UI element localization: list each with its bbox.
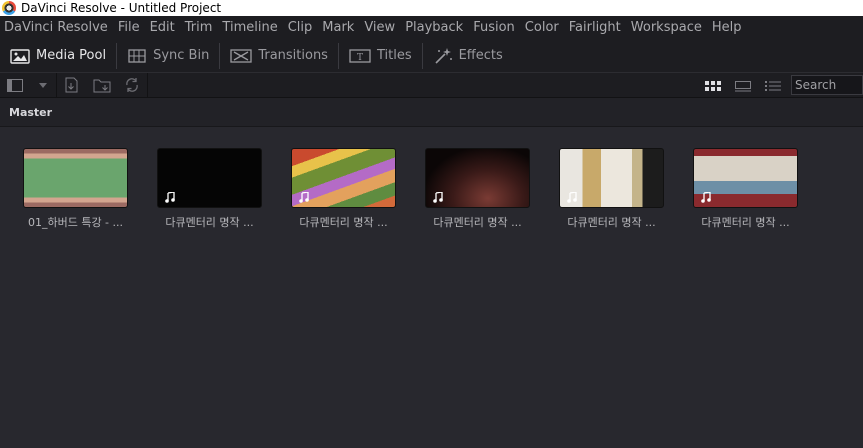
- filmstrip-view-icon[interactable]: [735, 80, 751, 92]
- clip-preview: [693, 148, 798, 208]
- sync-bin-button[interactable]: Sync Bin: [117, 39, 219, 72]
- import-media-icon: [65, 77, 78, 93]
- menu-clip[interactable]: Clip: [284, 20, 319, 35]
- sidebar-toggle-icon: [7, 78, 23, 92]
- audio-note-icon: [299, 192, 309, 203]
- menu-mark[interactable]: Mark: [318, 20, 360, 35]
- chevron-down-icon: [39, 82, 47, 88]
- sync-button[interactable]: [117, 73, 147, 98]
- clip-name: 다큐멘터리 명작 ...: [701, 216, 790, 229]
- title-bar: DaVinci Resolve - Untitled Project: [0, 0, 863, 16]
- menu-bar: DaVinci Resolve File Edit Trim Timeline …: [0, 16, 863, 39]
- thumbnail-view-icon[interactable]: [705, 80, 721, 92]
- titles-icon: T: [349, 48, 371, 63]
- search-input[interactable]: Search: [791, 75, 863, 95]
- menu-trim[interactable]: Trim: [181, 20, 219, 35]
- davinci-logo-icon: [2, 1, 16, 15]
- clip-thumbnail[interactable]: 01_하버드 특강 - ...: [23, 148, 128, 230]
- refresh-icon: [126, 78, 138, 92]
- panel-toolbar: Media Pool Sync Bin Transitions T Titles…: [0, 39, 863, 73]
- media-pool-grid: 01_하버드 특강 - ... 다큐멘터리 명작 ... 다큐멘터리 명작 ..…: [0, 127, 863, 448]
- audio-note-icon: [701, 192, 711, 203]
- sidebar-dropdown-button[interactable]: [30, 73, 56, 98]
- magic-wand-icon: [435, 47, 452, 64]
- clip-preview: [157, 148, 262, 208]
- view-mode-switcher: [705, 73, 781, 98]
- menu-fairlight[interactable]: Fairlight: [565, 20, 627, 35]
- window-title: DaVinci Resolve - Untitled Project: [21, 0, 222, 15]
- titles-button[interactable]: T Titles: [339, 39, 422, 72]
- clip-name: 다큐멘터리 명작 ...: [165, 216, 254, 229]
- media-pool-subbar: Search: [0, 72, 863, 98]
- import-media-button[interactable]: [57, 73, 87, 98]
- toggle-bin-list-button[interactable]: [0, 73, 30, 98]
- titles-label: Titles: [376, 48, 412, 63]
- menu-workspace[interactable]: Workspace: [627, 20, 708, 35]
- sync-bin-label: Sync Bin: [153, 48, 210, 63]
- clip-thumbnail[interactable]: 다큐멘터리 명작 ...: [693, 148, 798, 230]
- menu-help[interactable]: Help: [708, 20, 748, 35]
- menu-color[interactable]: Color: [521, 20, 565, 35]
- clip-name: 01_하버드 특강 - ...: [27, 216, 124, 229]
- menu-timeline[interactable]: Timeline: [218, 20, 283, 35]
- transitions-icon: [230, 48, 252, 63]
- clip-thumbnail[interactable]: 다큐멘터리 명작 ...: [559, 148, 664, 230]
- transitions-label: Transitions: [258, 48, 328, 63]
- svg-text:T: T: [357, 53, 363, 63]
- clip-preview: [425, 148, 530, 208]
- clip-preview: [559, 148, 664, 208]
- sync-bin-icon: [128, 48, 146, 63]
- clip-preview: [291, 148, 396, 208]
- clip-thumbnail[interactable]: 다큐멘터리 명작 ...: [157, 148, 262, 230]
- bin-name: Master: [9, 105, 53, 119]
- transitions-button[interactable]: Transitions: [220, 39, 338, 72]
- clip-name: 다큐멘터리 명작 ...: [567, 216, 656, 229]
- menu-fusion[interactable]: Fusion: [469, 20, 521, 35]
- menu-file[interactable]: File: [114, 20, 146, 35]
- clip-name: 다큐멘터리 명작 ...: [299, 216, 388, 229]
- clip-thumbnail[interactable]: 다큐멘터리 명작 ...: [291, 148, 396, 230]
- media-pool-button[interactable]: Media Pool: [0, 39, 116, 72]
- media-pool-label: Media Pool: [36, 48, 107, 63]
- media-pool-icon: [10, 48, 30, 64]
- menu-playback[interactable]: Playback: [401, 20, 469, 35]
- list-view-icon[interactable]: [765, 80, 781, 92]
- audio-note-icon: [433, 192, 443, 203]
- menu-view[interactable]: View: [360, 20, 401, 35]
- add-bin-icon: [93, 79, 111, 93]
- clip-thumbnail[interactable]: 다큐멘터리 명작 ...: [425, 148, 530, 230]
- effects-label: Effects: [458, 48, 503, 63]
- audio-note-icon: [567, 192, 577, 203]
- effects-button[interactable]: Effects: [423, 39, 513, 72]
- clip-preview: [23, 148, 128, 208]
- add-bin-button[interactable]: [87, 73, 117, 98]
- clip-name: 다큐멘터리 명작 ...: [433, 216, 522, 229]
- subbar-divider: [147, 72, 148, 98]
- menu-davinci-resolve[interactable]: DaVinci Resolve: [0, 20, 114, 35]
- audio-note-icon: [165, 192, 175, 203]
- bin-header: Master: [0, 98, 863, 127]
- menu-edit[interactable]: Edit: [146, 20, 181, 35]
